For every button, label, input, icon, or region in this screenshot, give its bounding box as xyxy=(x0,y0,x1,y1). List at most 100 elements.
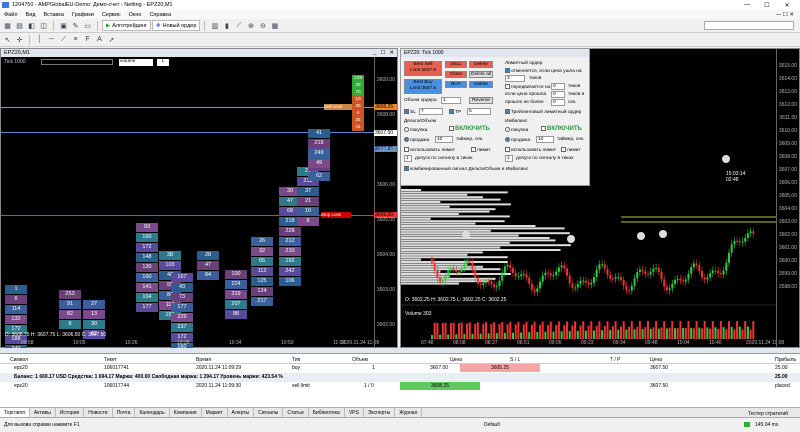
sl-input[interactable]: 7 xyxy=(419,108,443,115)
maximize-icon[interactable]: ☐ xyxy=(380,50,385,56)
imb-use-limit-checkbox[interactable]: использовать лимит xyxy=(505,147,556,153)
tab-10[interactable]: Статьи xyxy=(283,407,309,418)
volume-input[interactable]: 1 xyxy=(441,97,461,104)
tab-3[interactable]: Новости xyxy=(84,407,113,418)
tp-checkbox[interactable]: TP xyxy=(449,109,461,115)
left-chart-area[interactable]: Tick 1000 volume L Sell Limit Stop Loss … xyxy=(1,57,397,364)
minimize-icon[interactable]: — xyxy=(738,1,756,10)
imb-timer-input[interactable]: 10 xyxy=(536,136,554,143)
profile-bar xyxy=(401,232,570,235)
crosshair-icon[interactable]: ✛ xyxy=(14,34,25,45)
sl-checkbox[interactable]: SL xyxy=(404,109,416,115)
buy-button[interactable]: BUY xyxy=(445,81,467,88)
close-icon[interactable]: ✕ xyxy=(389,50,394,56)
table-row[interactable]: epz20 106017744 2020.11.24 11:09:30 sell li… xyxy=(0,382,800,391)
delete-sell-button[interactable]: Delete xyxy=(469,61,493,68)
tab-11[interactable]: Библиотека xyxy=(309,407,345,418)
candle-body xyxy=(687,273,690,280)
best-buy-button[interactable]: Best Buy Limit 3607.5 xyxy=(404,79,442,94)
close-icon[interactable]: ✕ xyxy=(778,1,796,10)
menu-window[interactable]: Окно xyxy=(129,12,142,18)
zoom-in-icon[interactable]: ⊕ xyxy=(245,20,256,31)
tab-13[interactable]: Эксперты xyxy=(364,407,396,418)
new-order-button[interactable]: ✚ Новый ордер xyxy=(151,20,201,31)
delta-buy-radio[interactable]: покупка xyxy=(404,127,427,133)
track-checkbox[interactable]: отменяется, если цена ушла на xyxy=(505,68,582,74)
delta-limit-checkbox[interactable]: лимит xyxy=(471,147,491,153)
move-checkbox[interactable]: передвигается на xyxy=(505,84,550,90)
trendline-icon[interactable]: ⟋ xyxy=(58,34,69,45)
delta-enable-toggle[interactable]: ВКЛЮЧИТЬ xyxy=(449,126,490,132)
maximize-icon[interactable]: ☐ xyxy=(758,1,776,10)
zoom-out-icon[interactable]: ⊖ xyxy=(257,20,268,31)
close-button[interactable]: Close xyxy=(445,71,467,78)
delta-sell-radio[interactable]: продажа xyxy=(404,137,429,143)
tab-5[interactable]: Календарь xyxy=(135,407,170,418)
track-input[interactable]: 3 xyxy=(505,75,525,82)
delta-signal-input[interactable]: 1 xyxy=(404,155,412,162)
tab-12[interactable]: VPS xyxy=(345,407,364,418)
time-passed-input[interactable]: 0 xyxy=(551,99,565,106)
search-input[interactable] xyxy=(704,21,794,30)
tab-14[interactable]: Журнал xyxy=(395,407,423,418)
delta-use-limit-checkbox[interactable]: использовать лимит xyxy=(404,147,455,153)
horizontal-line-icon[interactable]: ─ xyxy=(46,34,57,45)
imb-enable-toggle[interactable]: ВКЛЮЧИТЬ xyxy=(541,126,582,132)
trailing-checkbox[interactable]: Трейлинговый лимитный ордер xyxy=(505,109,581,115)
data-icon[interactable]: ▣ xyxy=(58,20,69,31)
delete-all-button[interactable]: Delete all xyxy=(469,71,493,78)
profiles-icon[interactable]: ▤ xyxy=(14,20,25,31)
imb-limit-checkbox[interactable]: лимит xyxy=(561,147,581,153)
channel-icon[interactable]: ≡ xyxy=(70,34,81,45)
sell-button[interactable]: SELL xyxy=(445,61,467,68)
algo-trading-button[interactable]: ▶ Алготрейдинг xyxy=(102,20,151,31)
menu-help[interactable]: Справка xyxy=(149,12,171,18)
tab-8[interactable]: Алерты xyxy=(228,407,255,418)
text-icon[interactable]: A xyxy=(94,34,105,45)
move-input[interactable]: 0 xyxy=(551,83,565,90)
chart-candles-icon[interactable]: ▮ xyxy=(221,20,232,31)
combined-signal-checkbox[interactable]: комбинированный сигнал Дельта/Объем и Им… xyxy=(404,166,528,172)
tab-2[interactable]: История xyxy=(56,407,85,418)
imb-signal-input[interactable]: 1 xyxy=(505,155,513,162)
cursor-icon[interactable]: ↖ xyxy=(2,34,13,45)
minimize-icon[interactable]: _ xyxy=(373,50,376,56)
tab-4[interactable]: Почта xyxy=(113,407,136,418)
new-chart-icon[interactable]: ▦ xyxy=(2,20,13,31)
strategy-tester-tab[interactable]: Тестер стратегий xyxy=(748,411,788,417)
if-price-input[interactable]: 0 xyxy=(551,91,565,98)
menu-service[interactable]: Сервис xyxy=(102,12,121,18)
delete-buy-button[interactable]: Delete xyxy=(469,81,493,88)
tab-6[interactable]: Компания xyxy=(170,407,202,418)
delta-timer-input[interactable]: 10 xyxy=(435,136,453,143)
grid-icon[interactable]: ▦ xyxy=(269,20,280,31)
right-price-scale: 3615.00 3614.00 3613.00 3612.00 3611.00 3610.… xyxy=(776,49,799,347)
tab-9[interactable]: Сигналы xyxy=(254,407,284,418)
indicator-param[interactable]: L xyxy=(157,59,169,66)
tab-0[interactable]: Торговля xyxy=(0,407,30,418)
fibo-icon[interactable]: F xyxy=(82,34,93,45)
market-watch-icon[interactable]: ◧ xyxy=(26,20,37,31)
menu-insert[interactable]: Вставка xyxy=(43,12,63,18)
vertical-line-icon[interactable]: │ xyxy=(34,34,45,45)
terminal-icon[interactable]: ▭ xyxy=(82,20,93,31)
menu-view[interactable]: Вид xyxy=(26,12,36,18)
chart-tool-buttons[interactable] xyxy=(41,59,113,65)
mdi-close-icon[interactable]: — ☐ ✕ xyxy=(776,12,794,18)
imb-sell-radio[interactable]: продажа xyxy=(505,137,530,143)
chart-bars-icon[interactable]: ▥ xyxy=(209,20,220,31)
navigator-icon[interactable]: ◫ xyxy=(38,20,49,31)
tab-1[interactable]: Активы xyxy=(30,407,56,418)
arrow-tool-icon[interactable]: ➚ xyxy=(106,34,117,45)
imb-buy-radio[interactable]: покупка xyxy=(505,127,528,133)
tp-input[interactable]: 5 xyxy=(467,108,491,115)
table-row[interactable]: epz20 106017741 2020.11.24 11:09:29 buy 1 360… xyxy=(0,364,800,373)
menu-charts[interactable]: Графики xyxy=(72,12,94,18)
tab-7[interactable]: Маркет xyxy=(202,407,228,418)
chart-line-icon[interactable]: ⟋ xyxy=(233,20,244,31)
editor-icon[interactable]: ✎ xyxy=(70,20,81,31)
best-sell-button[interactable]: Best Sell Limit 3607.5 xyxy=(404,61,442,76)
menu-file[interactable]: Файл xyxy=(4,12,18,18)
reverse-button[interactable]: Reverse xyxy=(469,97,493,104)
indicator-select[interactable]: volume xyxy=(119,59,153,66)
